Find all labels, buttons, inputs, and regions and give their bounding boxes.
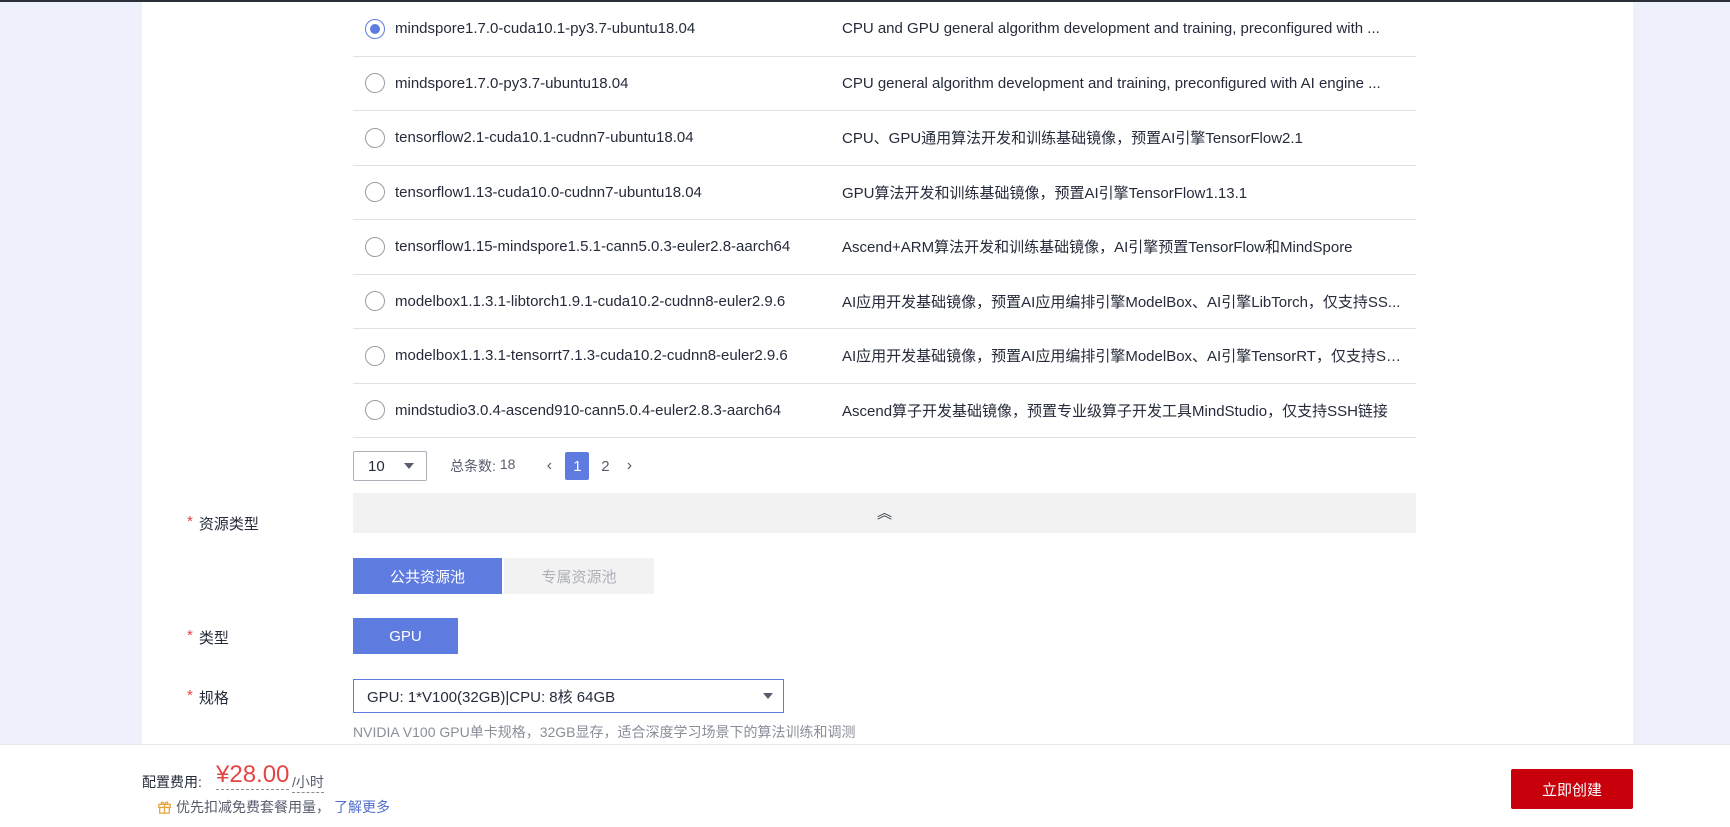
image-description: CPU and GPU general algorithm developmen… [842, 20, 1380, 38]
promo-text: 优先扣减免费套餐用量， [176, 799, 330, 815]
image-row[interactable]: mindstudio3.0.4-ascend910-cann5.0.4-eule… [353, 384, 1416, 438]
image-description: AI应用开发基础镜像，预置AI应用编排引擎ModelBox、AI引擎LibTor… [842, 293, 1401, 311]
image-radio[interactable] [365, 236, 385, 257]
image-radio[interactable] [365, 73, 385, 94]
public-pool-button[interactable]: 公共资源池 [353, 558, 502, 594]
resource-type-label-text: 资源类型 [198, 516, 259, 533]
dedicated-pool-button[interactable]: 专属资源池 [504, 558, 654, 594]
image-row[interactable]: mindspore1.7.0-py3.7-ubuntu18.04 CPU gen… [353, 57, 1416, 111]
image-row[interactable]: tensorflow2.1-cuda10.1-cudnn7-ubuntu18.0… [353, 111, 1416, 166]
page-button-2[interactable]: 2 [593, 452, 617, 480]
spec-select[interactable]: GPU: 1*V100(32GB)|CPU: 8核 64GB [353, 679, 784, 713]
learn-more-link[interactable]: 了解更多 [334, 797, 390, 817]
image-name: mindspore1.7.0-py3.7-ubuntu18.04 [395, 74, 629, 92]
image-table: mindspore1.7.0-cuda10.1-py3.7-ubuntu18.0… [353, 2, 1416, 438]
type-label: * 类型 [187, 627, 229, 648]
promo-note: 优先扣减免费套餐用量， 了解更多 [157, 797, 390, 817]
chevron-right-icon[interactable]: › [617, 457, 641, 475]
image-name: mindstudio3.0.4-ascend910-cann5.0.4-eule… [395, 401, 782, 419]
spec-value: GPU: 1*V100(32GB)|CPU: 8核 64GB [367, 688, 616, 706]
image-radio[interactable] [365, 182, 385, 203]
page-size-value: 10 [368, 457, 385, 475]
image-description: Ascend+ARM算法开发和训练基础镜像，AI引擎预置TensorFlow和M… [842, 239, 1353, 257]
create-now-button[interactable]: 立即创建 [1511, 769, 1633, 809]
image-description: CPU、GPU通用算法开发和训练基础镜像，预置AI引擎TensorFlow2.1 [842, 130, 1303, 148]
fee-label: 配置费用: [142, 774, 202, 790]
image-row[interactable]: tensorflow1.13-cuda10.0-cudnn7-ubuntu18.… [353, 166, 1416, 220]
image-name: tensorflow1.13-cuda10.0-cudnn7-ubuntu18.… [395, 183, 702, 201]
required-mark: * [187, 513, 193, 530]
image-description: AI应用开发基础镜像，预置AI应用编排引擎ModelBox、AI引擎Tensor… [842, 348, 1402, 366]
image-row[interactable]: mindspore1.7.0-cuda10.1-py3.7-ubuntu18.0… [353, 2, 1416, 57]
collapse-button[interactable]: ︽ [353, 493, 1416, 533]
spec-label-text: 规格 [198, 690, 229, 707]
gift-icon [158, 801, 171, 814]
image-radio[interactable] [365, 291, 385, 312]
image-radio[interactable] [365, 400, 385, 421]
page-button-1[interactable]: 1 [565, 452, 590, 480]
gpu-button[interactable]: GPU [353, 618, 458, 654]
image-row[interactable]: tensorflow1.15-mindspore1.5.1-cann5.0.3-… [353, 220, 1416, 275]
total-value: 18 [499, 456, 516, 472]
image-description: CPU general algorithm development and tr… [842, 74, 1381, 92]
image-name: tensorflow2.1-cuda10.1-cudnn7-ubuntu18.0… [395, 129, 694, 147]
fee-amount[interactable]: ¥28.00 [216, 761, 290, 790]
caret-down-icon [763, 693, 773, 699]
image-radio-selected[interactable] [365, 18, 385, 39]
spec-hint: NVIDIA V100 GPU单卡规格，32GB显存，适合深度学习场景下的算法训… [353, 724, 856, 740]
resource-type-group: 公共资源池 专属资源池 [353, 558, 654, 594]
required-mark: * [187, 687, 193, 704]
type-label-text: 类型 [198, 630, 229, 647]
image-radio[interactable] [365, 345, 385, 366]
type-group: GPU [353, 618, 458, 654]
image-description: Ascend算子开发基础镜像，预置专业级算子开发工具MindStudio，仅支持… [842, 402, 1388, 420]
resource-type-label: * 资源类型 [187, 513, 259, 534]
spec-label: * 规格 [187, 687, 229, 708]
caret-down-icon [404, 463, 414, 469]
image-description: GPU算法开发和训练基础镜像，预置AI引擎TensorFlow1.13.1 [842, 184, 1248, 202]
page-size-select[interactable]: 10 [353, 451, 427, 481]
double-chevron-up-icon: ︽ [876, 504, 892, 522]
chevron-left-icon[interactable]: ‹ [537, 457, 561, 475]
total-label: 总条数: [450, 458, 496, 474]
image-radio[interactable] [365, 127, 385, 148]
total-count: 总条数: 18 [450, 456, 515, 476]
required-mark: * [187, 627, 193, 644]
pagination: 10 总条数: 18 ‹ 1 2 › [353, 451, 641, 481]
footer-bar: 配置费用: ¥28.00 /小时 优先扣减免费套餐用量， 了解更多 立即创建 [0, 744, 1730, 827]
image-name: modelbox1.1.3.1-libtorch1.9.1-cuda10.2-c… [395, 292, 786, 310]
fee-unit: /小时 [292, 772, 324, 793]
image-row[interactable]: modelbox1.1.3.1-tensorrt7.1.3-cuda10.2-c… [353, 329, 1416, 384]
image-row[interactable]: modelbox1.1.3.1-libtorch1.9.1-cuda10.2-c… [353, 275, 1416, 329]
image-name: modelbox1.1.3.1-tensorrt7.1.3-cuda10.2-c… [395, 347, 788, 365]
image-name: mindspore1.7.0-cuda10.1-py3.7-ubuntu18.0… [395, 20, 696, 38]
image-name: tensorflow1.15-mindspore1.5.1-cann5.0.3-… [395, 238, 791, 256]
